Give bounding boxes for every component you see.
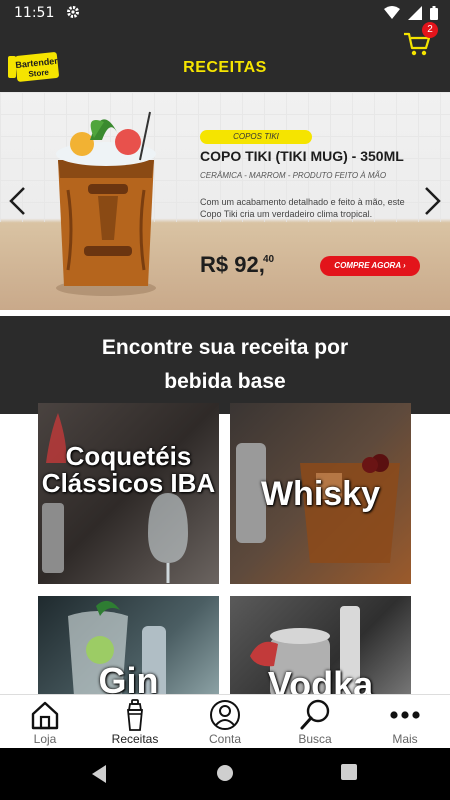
home-system-icon[interactable]	[216, 764, 234, 782]
category-label-whisky: Whisky	[260, 475, 381, 513]
price-main: R$ 92,	[200, 252, 265, 277]
price-cents: 40	[263, 254, 275, 265]
system-nav-bar	[0, 748, 450, 800]
product-subtitle: CERÂMICA - MARROM - PRODUTO FEITO À MÃO	[200, 171, 387, 180]
more-icon	[390, 711, 420, 719]
nav-label-mais: Mais	[392, 732, 418, 746]
product-title: COPO TIKI (TIKI MUG) - 350ML	[200, 148, 404, 164]
back-icon[interactable]	[90, 764, 108, 784]
chevron-right-icon[interactable]	[424, 186, 442, 223]
status-time: 11:51	[14, 5, 55, 21]
page-title: RECEITAS	[183, 59, 267, 76]
wifi-icon	[384, 6, 400, 25]
signal-icon	[408, 6, 422, 25]
nav-item-loja[interactable]: Loja	[0, 695, 90, 748]
nav-item-busca[interactable]: Busca	[270, 695, 360, 748]
home-icon	[31, 701, 59, 730]
cart-badge: 2	[422, 22, 438, 38]
category-tile-vodka[interactable]: Vodka	[230, 596, 411, 700]
app-screen: 11:51 Bartender Store RECEITAS 2 COPOS T…	[0, 0, 450, 800]
category-tile-gin[interactable]: Gin	[38, 596, 219, 700]
nav-label-receitas: Receitas	[111, 732, 159, 746]
app-header: Bartender Store RECEITAS	[0, 26, 450, 92]
bottom-nav: Loja Receitas Conta Busca Mais	[0, 694, 450, 748]
status-bar: 11:51	[0, 0, 450, 26]
nav-label-conta: Conta	[208, 732, 242, 746]
nav-item-mais[interactable]: Mais	[360, 695, 450, 748]
nav-label-busca: Busca	[298, 732, 332, 746]
chevron-left-icon[interactable]	[8, 186, 26, 223]
buy-now-button[interactable]: COMPRE AGORA ›	[320, 256, 420, 276]
nav-item-receitas[interactable]: Receitas	[90, 695, 180, 748]
promo-banner[interactable]: COPOS TIKI COPO TIKI (TIKI MUG) - 350ML …	[0, 92, 450, 310]
product-description: Com um acabamento detalhado e feito à mã…	[200, 197, 405, 219]
section-title: Encontre sua receita por bebida base	[101, 336, 349, 393]
shaker-icon	[127, 699, 143, 731]
tiki-mug-image	[44, 100, 174, 300]
nav-item-conta[interactable]: Conta	[180, 695, 270, 748]
category-badge: COPOS TIKI	[200, 130, 312, 144]
category-tile-classicos[interactable]: Coquetéis Clássicos IBA	[38, 403, 219, 584]
recents-icon[interactable]	[341, 764, 357, 780]
account-icon	[210, 700, 240, 730]
gear-icon	[66, 5, 80, 22]
search-icon	[300, 699, 330, 730]
category-label-classicos: Coquetéis Clássicos IBA	[41, 441, 216, 499]
nav-label-loja: Loja	[33, 732, 57, 746]
category-tile-whisky[interactable]: Whisky	[230, 403, 411, 584]
